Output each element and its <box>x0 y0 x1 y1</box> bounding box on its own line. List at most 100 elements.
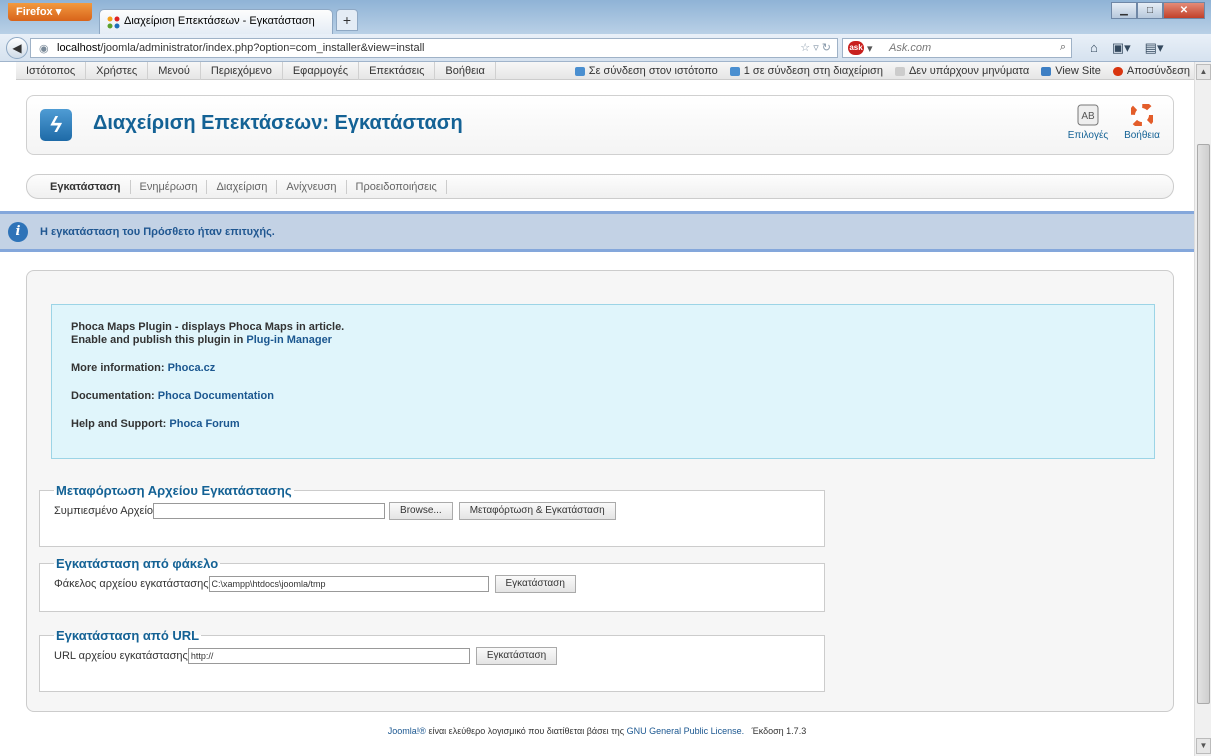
scroll-up-icon[interactable]: ▲ <box>1196 64 1211 80</box>
menu-item-content[interactable]: Περιεχόμενο <box>201 62 283 80</box>
message-text: Η εγκατάσταση του Πρόσθετο ήταν επιτυχής… <box>40 225 275 238</box>
plugin-info-box: Phoca Maps Plugin - displays Phoca Maps … <box>51 304 1155 459</box>
info-icon: i <box>8 222 28 242</box>
help-button[interactable]: Βοήθεια <box>1117 104 1167 141</box>
page-footer: Joomla!® είναι ελεύθερο λογισμικό που δι… <box>0 726 1194 736</box>
documentation-line: Documentation: Phoca Documentation <box>71 390 1154 403</box>
upload-legend: Μεταφόρτωση Αρχείου Εγκατάστασης <box>56 483 292 498</box>
url-host: localhost <box>57 42 101 54</box>
menu-item-help[interactable]: Βοήθεια <box>435 62 496 80</box>
install-url-fieldset: Εγκατάσταση από URL URL αρχείου εγκατάστ… <box>39 628 825 692</box>
more-info-line: More information: Phoca.cz <box>71 362 1154 375</box>
plugin-description: Phoca Maps Plugin - displays Phoca Maps … <box>71 321 1154 347</box>
admin-users-icon <box>729 66 740 76</box>
scroll-down-icon[interactable]: ▼ <box>1196 738 1211 754</box>
install-content: Phoca Maps Plugin - displays Phoca Maps … <box>26 270 1174 712</box>
installer-subnav: Εγκατάσταση Ενημέρωση Διαχείριση Ανίχνευ… <box>26 174 1174 199</box>
upload-install-button[interactable]: Μεταφόρτωση & Εγκατάσταση <box>458 502 616 520</box>
monitor-icon <box>1041 66 1052 76</box>
plugin-line1: Phoca Maps Plugin - displays Phoca Maps … <box>71 321 345 333</box>
menu-item-users[interactable]: Χρήστες <box>86 62 149 80</box>
help-label: Βοήθεια <box>1124 130 1160 141</box>
folder-label: Φάκελος αρχείου εγκατάστασης <box>54 578 209 590</box>
window-controls: ▁ □ ✕ <box>1111 2 1205 19</box>
messages-text: Δεν υπάρχουν μηνύματα <box>908 65 1030 77</box>
gpl-link[interactable]: GNU General Public License. <box>627 726 745 736</box>
lifebuoy-help-icon <box>1131 104 1153 126</box>
scroll-thumb[interactable] <box>1197 144 1210 704</box>
support-label: Help and Support: <box>71 418 167 430</box>
page-header: ϟ Διαχείριση Επεκτάσεων: Εγκατάσταση ΑΒ … <box>26 95 1174 155</box>
firefox-label: Firefox <box>16 6 53 18</box>
menu-item-menus[interactable]: Μενού <box>148 62 201 80</box>
phoca-link[interactable]: Phoca.cz <box>168 362 216 374</box>
minimize-icon[interactable]: ▁ <box>1111 2 1137 19</box>
more-info-label: More information: <box>71 362 165 374</box>
browser-tab[interactable]: Διαχείριση Επεκτάσεων - Εγκατάσταση <box>99 9 333 34</box>
admin-online-status: 1 σε σύνδεση στη διαχείριση <box>729 62 883 80</box>
package-file-input[interactable] <box>153 503 386 519</box>
browse-button[interactable]: Browse... <box>389 502 453 520</box>
logout-icon <box>1112 66 1123 76</box>
success-message: i Η εγκατάσταση του Πρόσθετο ήταν επιτυχ… <box>0 211 1194 252</box>
page-scrollbar[interactable]: ▲ ▼ <box>1194 62 1211 756</box>
search-icon[interactable]: ⌕ <box>1060 41 1066 54</box>
search-dropdown-icon[interactable]: ▾ <box>867 42 873 55</box>
install-directory-input[interactable] <box>208 576 489 592</box>
options-button[interactable]: ΑΒ Επιλογές <box>1063 104 1113 141</box>
browser-navbar: ◀ ◉ localhost/joomla/administrator/index… <box>0 34 1211 62</box>
options-label: Επιλογές <box>1067 130 1109 141</box>
view-site-link[interactable]: View Site <box>1041 62 1101 80</box>
documentation-label: Documentation: <box>71 390 155 402</box>
search-box[interactable]: ask ▾ Ask.com ⌕ <box>842 38 1072 58</box>
maximize-icon[interactable]: □ <box>1137 2 1163 19</box>
bookmarks-icon[interactable]: ▣▾ <box>1112 40 1131 56</box>
close-icon[interactable]: ✕ <box>1163 2 1205 19</box>
install-lightning-icon: ϟ <box>40 109 72 141</box>
page-content: Ιστότοπος Χρήστες Μενού Περιεχόμενο Εφαρ… <box>0 62 1194 756</box>
firefox-menu-button[interactable]: Firefox ▾ <box>8 3 92 21</box>
install-directory-fieldset: Εγκατάσταση από φάκελο Φάκελος αρχείου ε… <box>39 556 825 612</box>
install-directory-button[interactable]: Εγκατάσταση <box>494 575 576 593</box>
address-bar[interactable]: ◉ localhost/joomla/administrator/index.p… <box>30 38 838 58</box>
url-label: URL αρχείου εγκατάστασης <box>54 650 188 662</box>
site-online-status: Σε σύνδεση στον ιστότοπο <box>574 62 718 80</box>
addon-icon[interactable]: ▤▾ <box>1145 40 1164 56</box>
tab-install[interactable]: Εγκατάσταση <box>41 179 131 194</box>
support-line: Help and Support: Phoca Forum <box>71 418 1154 431</box>
new-tab-button[interactable]: + <box>336 9 358 31</box>
url-legend: Εγκατάσταση από URL <box>56 628 200 643</box>
joomla-favicon-icon <box>107 16 120 29</box>
tab-update[interactable]: Ενημέρωση <box>131 179 208 194</box>
documentation-link[interactable]: Phoca Documentation <box>158 390 274 402</box>
tab-discover[interactable]: Ανίχνευση <box>277 179 347 194</box>
menu-item-components[interactable]: Εφαρμογές <box>283 62 360 80</box>
status-bar: Σε σύνδεση στον ιστότοπο 1 σε σύνδεση στ… <box>574 62 1190 80</box>
install-url-input[interactable] <box>187 648 470 664</box>
back-arrow-icon[interactable]: ◀ <box>6 37 28 59</box>
page-title: Διαχείριση Επεκτάσεων: Εγκατάσταση <box>93 112 463 134</box>
admin-menu: Ιστότοπος Χρήστες Μενού Περιεχόμενο Εφαρ… <box>16 62 1194 80</box>
logout-text: Αποσύνδεση <box>1126 65 1190 77</box>
browser-titlebar: Firefox ▾ Διαχείριση Επεκτάσεων - Εγκατά… <box>0 0 1211 34</box>
menu-item-site[interactable]: Ιστότοπος <box>16 62 87 80</box>
tab-warnings[interactable]: Προειδοποιήσεις <box>347 179 447 194</box>
version-text: Έκδοση 1.7.3 <box>751 726 807 736</box>
messages-status[interactable]: Δεν υπάρχουν μηνύματα <box>894 62 1030 80</box>
forum-link[interactable]: Phoca Forum <box>169 418 239 430</box>
plugin-manager-link[interactable]: Plug-in Manager <box>246 334 332 346</box>
tab-manage[interactable]: Διαχείριση <box>207 179 278 194</box>
install-url-button[interactable]: Εγκατάσταση <box>475 647 558 665</box>
home-icon[interactable]: ⌂ <box>1090 40 1098 56</box>
url-path: /joomla/administrator/index.php?option=c… <box>100 42 425 54</box>
globe-icon: ◉ <box>39 43 49 55</box>
view-site-text: View Site <box>1055 65 1101 77</box>
menu-item-extensions[interactable]: Επεκτάσεις <box>359 62 436 80</box>
users-icon <box>574 66 585 76</box>
plugin-line2-prefix: Enable and publish this plugin in <box>71 334 244 346</box>
tab-title: Διαχείριση Επεκτάσεων - Εγκατάσταση <box>124 15 315 27</box>
logout-link[interactable]: Αποσύνδεση <box>1112 62 1190 80</box>
bookmark-star-icon[interactable]: ☆ ▿ ↻ <box>800 41 831 54</box>
admin-online-text: 1 σε σύνδεση στη διαχείριση <box>743 65 883 77</box>
joomla-link[interactable]: Joomla!® <box>388 726 426 736</box>
